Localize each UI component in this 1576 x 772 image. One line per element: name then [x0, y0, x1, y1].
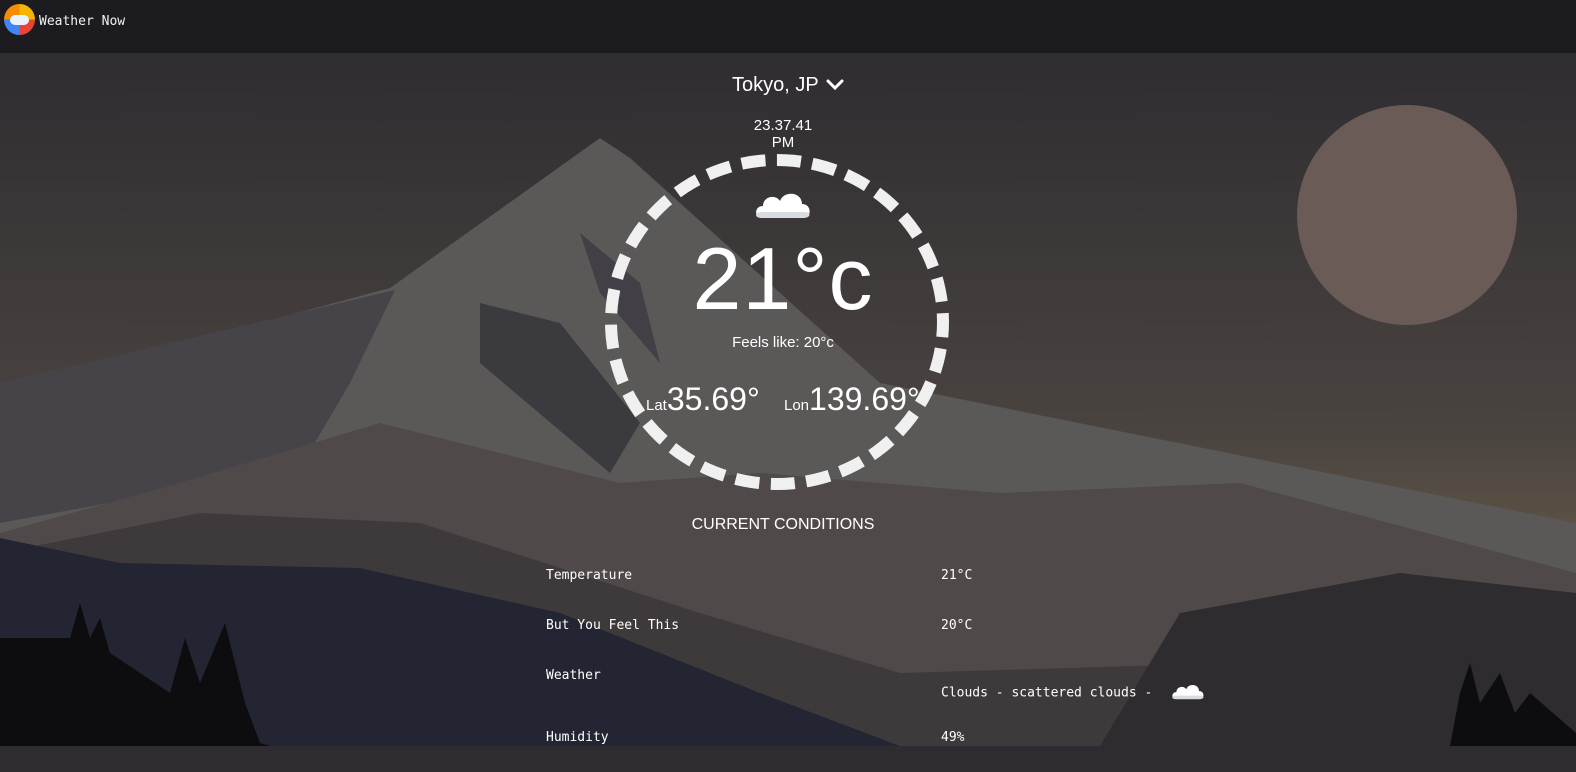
clock-time: 23.37.41 — [753, 117, 813, 134]
latitude-label: Lat — [646, 397, 667, 414]
table-row: Weather Clouds - scattered clouds - — [546, 660, 1306, 722]
row-value-weather: Clouds - scattered clouds - — [941, 680, 1206, 706]
chevron-down-icon[interactable] — [826, 74, 844, 97]
latitude: Lat35.69° — [646, 381, 760, 418]
location-label: Tokyo, JP — [732, 74, 819, 96]
row-value: Clouds - scattered clouds - — [941, 685, 1153, 701]
cloud-icon — [1170, 680, 1206, 706]
table-row: But You Feel This 20°C — [546, 610, 1306, 660]
current-temperature: 21°c — [692, 229, 874, 328]
row-value: 49% — [941, 730, 965, 745]
row-key: But You Feel This — [546, 618, 680, 633]
app-title[interactable]: Weather Now — [39, 14, 125, 29]
row-value: 21°C — [941, 568, 973, 583]
location-selector[interactable]: Tokyo, JP — [0, 74, 1576, 97]
row-value: 20°C — [941, 618, 973, 633]
top-bar: Weather Now — [0, 0, 1576, 53]
app-logo-icon[interactable] — [4, 4, 35, 35]
latitude-value: 35.69° — [666, 381, 760, 417]
section-title: CURRENT CONDITIONS — [691, 516, 875, 533]
row-key: Humidity — [546, 730, 609, 745]
cloud-icon — [752, 186, 814, 227]
clock: 23.37.41 PM — [733, 117, 833, 151]
conditions-table: Temperature 21°C But You Feel This 20°C … — [546, 560, 1306, 772]
table-row: Temperature 21°C — [546, 560, 1306, 610]
longitude: Lon139.69° — [784, 381, 920, 418]
row-key: Weather — [546, 668, 601, 683]
table-row: Humidity 49% — [546, 722, 1306, 772]
longitude-value: 139.69° — [809, 381, 920, 417]
clock-ampm: PM — [771, 134, 795, 151]
feels-like: Feels like: 20°c — [732, 334, 834, 351]
row-key: Temperature — [546, 568, 633, 583]
longitude-label: Lon — [784, 397, 810, 414]
